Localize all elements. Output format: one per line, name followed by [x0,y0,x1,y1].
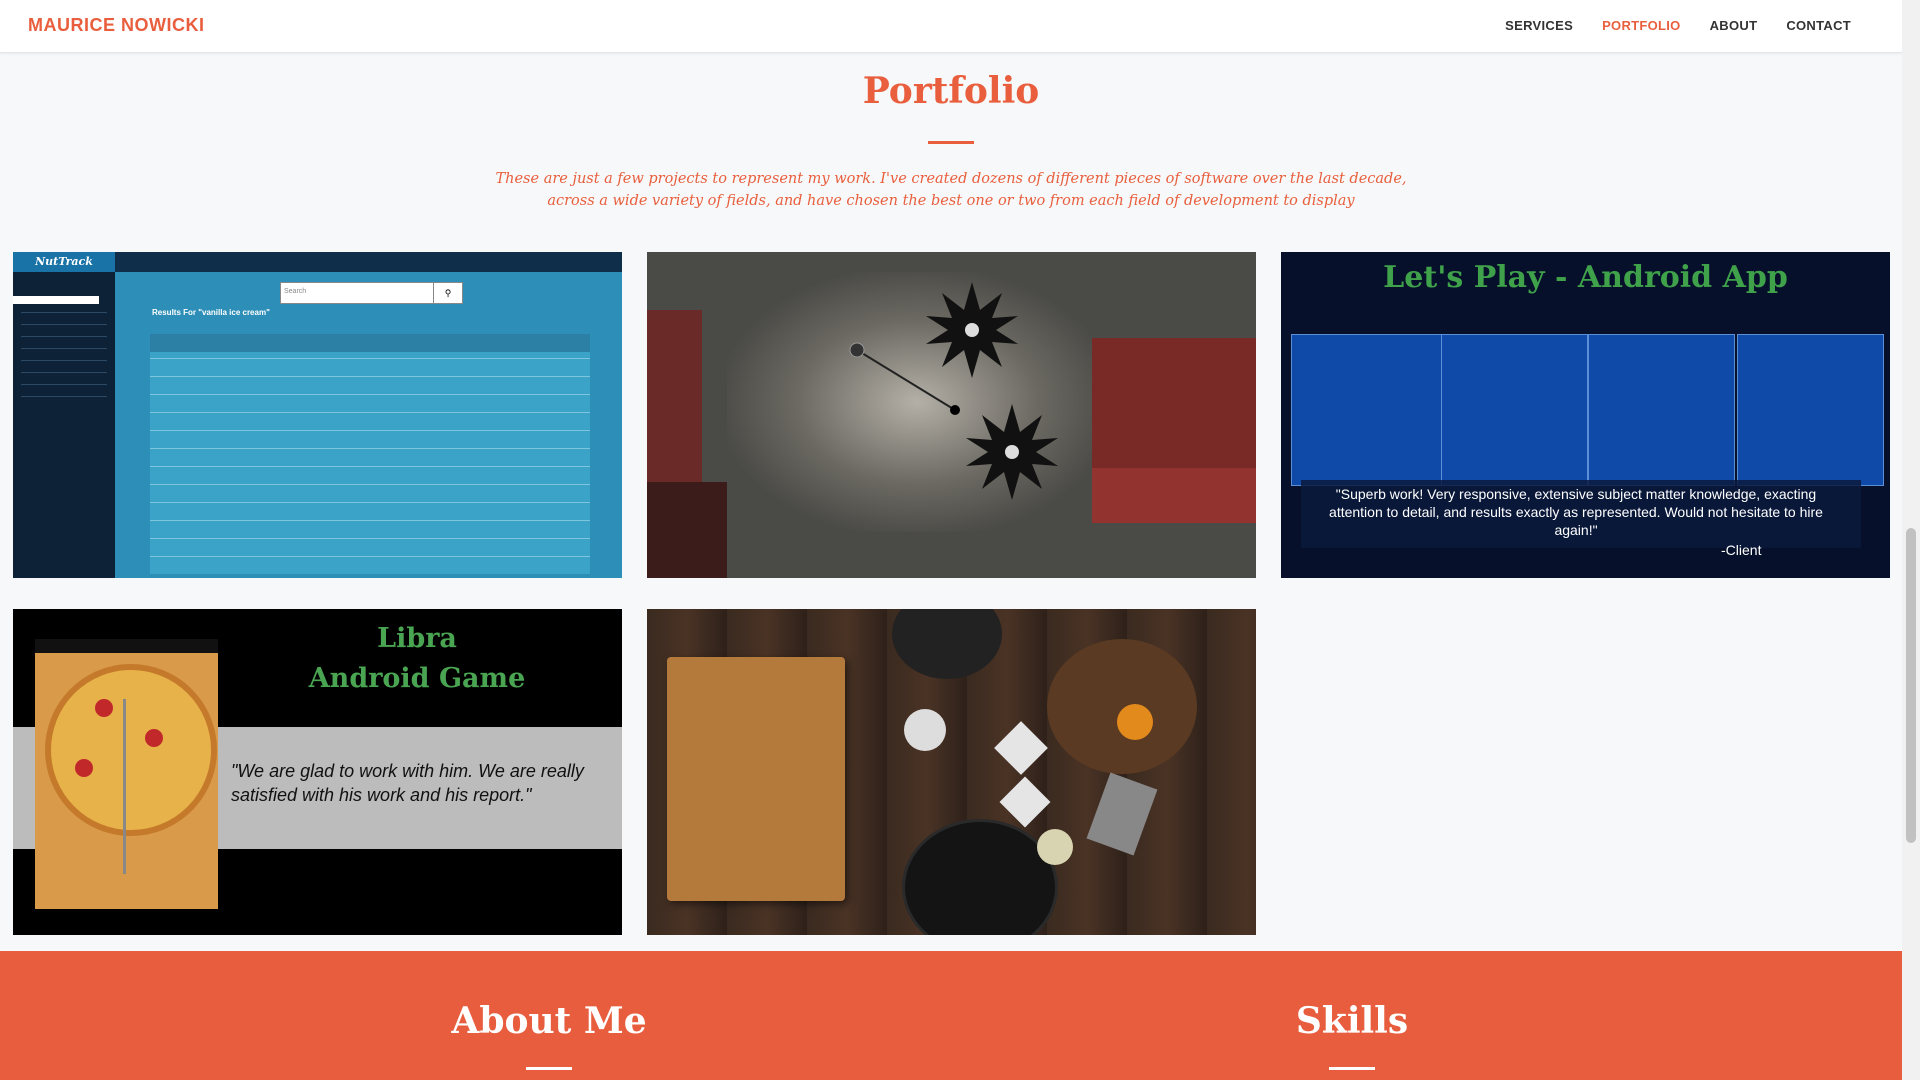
lets-play-attribution: -Client [1721,542,1762,558]
nuttrack-results-table [150,334,590,574]
portfolio-item-libra-game[interactable]: Libra Android Game "We are glad to work … [13,609,622,935]
search-icon: ⚲ [433,282,463,304]
scrollbar-thumb[interactable] [1906,528,1916,843]
skills-heading: Skills [1295,1000,1409,1042]
about-me-divider [526,1067,572,1070]
nuttrack-sidebar: NutTrack [13,252,115,578]
skills-divider [1329,1067,1375,1070]
portfolio-item-lets-play[interactable]: Let's Play - Android App "Superb work! V… [1281,252,1890,578]
libra-quote: "We are glad to work with him. We are re… [231,761,584,805]
libra-heading: Libra Android Game [308,623,526,694]
portfolio-item-food-photo[interactable] [647,609,1256,935]
lets-play-heading: Let's Play - Android App [1383,260,1788,295]
portfolio-item-nuttrack[interactable]: NutTrack Search ⚲ Results For "vanilla i… [13,252,622,578]
lets-play-quote: "Superb work! Very responsive, extensive… [1329,486,1823,538]
nav-link-about[interactable]: ABOUT [1710,18,1758,33]
nuttrack-logo: NutTrack [13,252,115,272]
page-scrollbar[interactable] [1902,0,1920,1080]
nuttrack-sidebar-search [13,296,99,304]
portfolio-title-divider [928,141,974,144]
main-nav: SERVICES PORTFOLIO ABOUT CONTACT [1505,18,1851,33]
top-navbar: MAURICE NOWICKI SERVICES PORTFOLIO ABOUT… [0,0,1902,53]
nuttrack-results-heading: Results For "vanilla ice cream" [152,308,270,317]
nav-link-portfolio[interactable]: PORTFOLIO [1602,18,1681,33]
libra-screenshot [35,639,218,935]
portfolio-description: These are just a few projects to represe… [495,171,1407,209]
portfolio-item-sawblade-game[interactable] [647,252,1256,578]
about-me-heading: About Me [451,1000,647,1042]
portfolio-title: Portfolio [862,70,1040,112]
about-section [0,951,1902,1080]
nav-link-services[interactable]: SERVICES [1505,18,1573,33]
cutting-board [667,657,845,901]
nuttrack-search-input: Search [280,282,435,304]
brand-logo[interactable]: MAURICE NOWICKI [28,15,205,36]
nuttrack-topbar [115,252,622,272]
nav-link-contact[interactable]: CONTACT [1786,18,1851,33]
game-sawblades [849,282,1058,500]
